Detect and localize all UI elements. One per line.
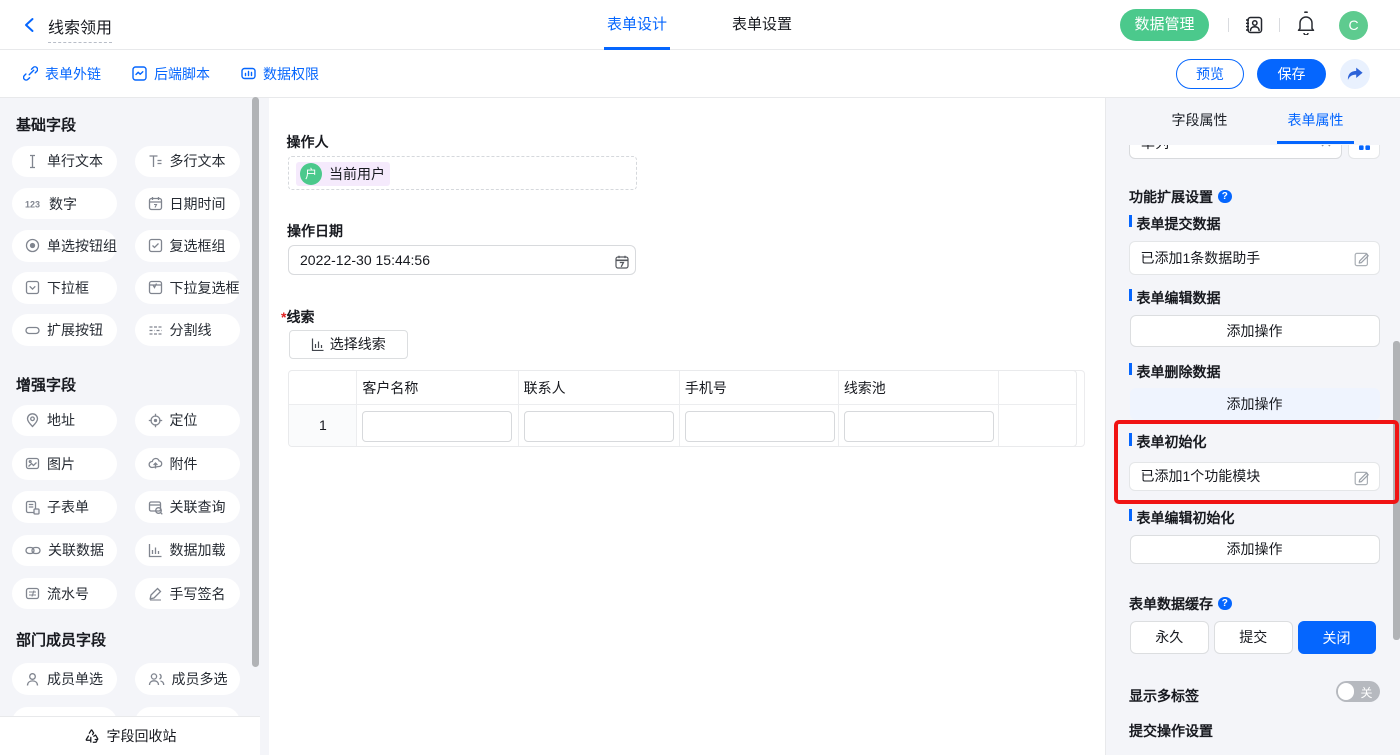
svg-text:123: 123 bbox=[25, 199, 40, 209]
